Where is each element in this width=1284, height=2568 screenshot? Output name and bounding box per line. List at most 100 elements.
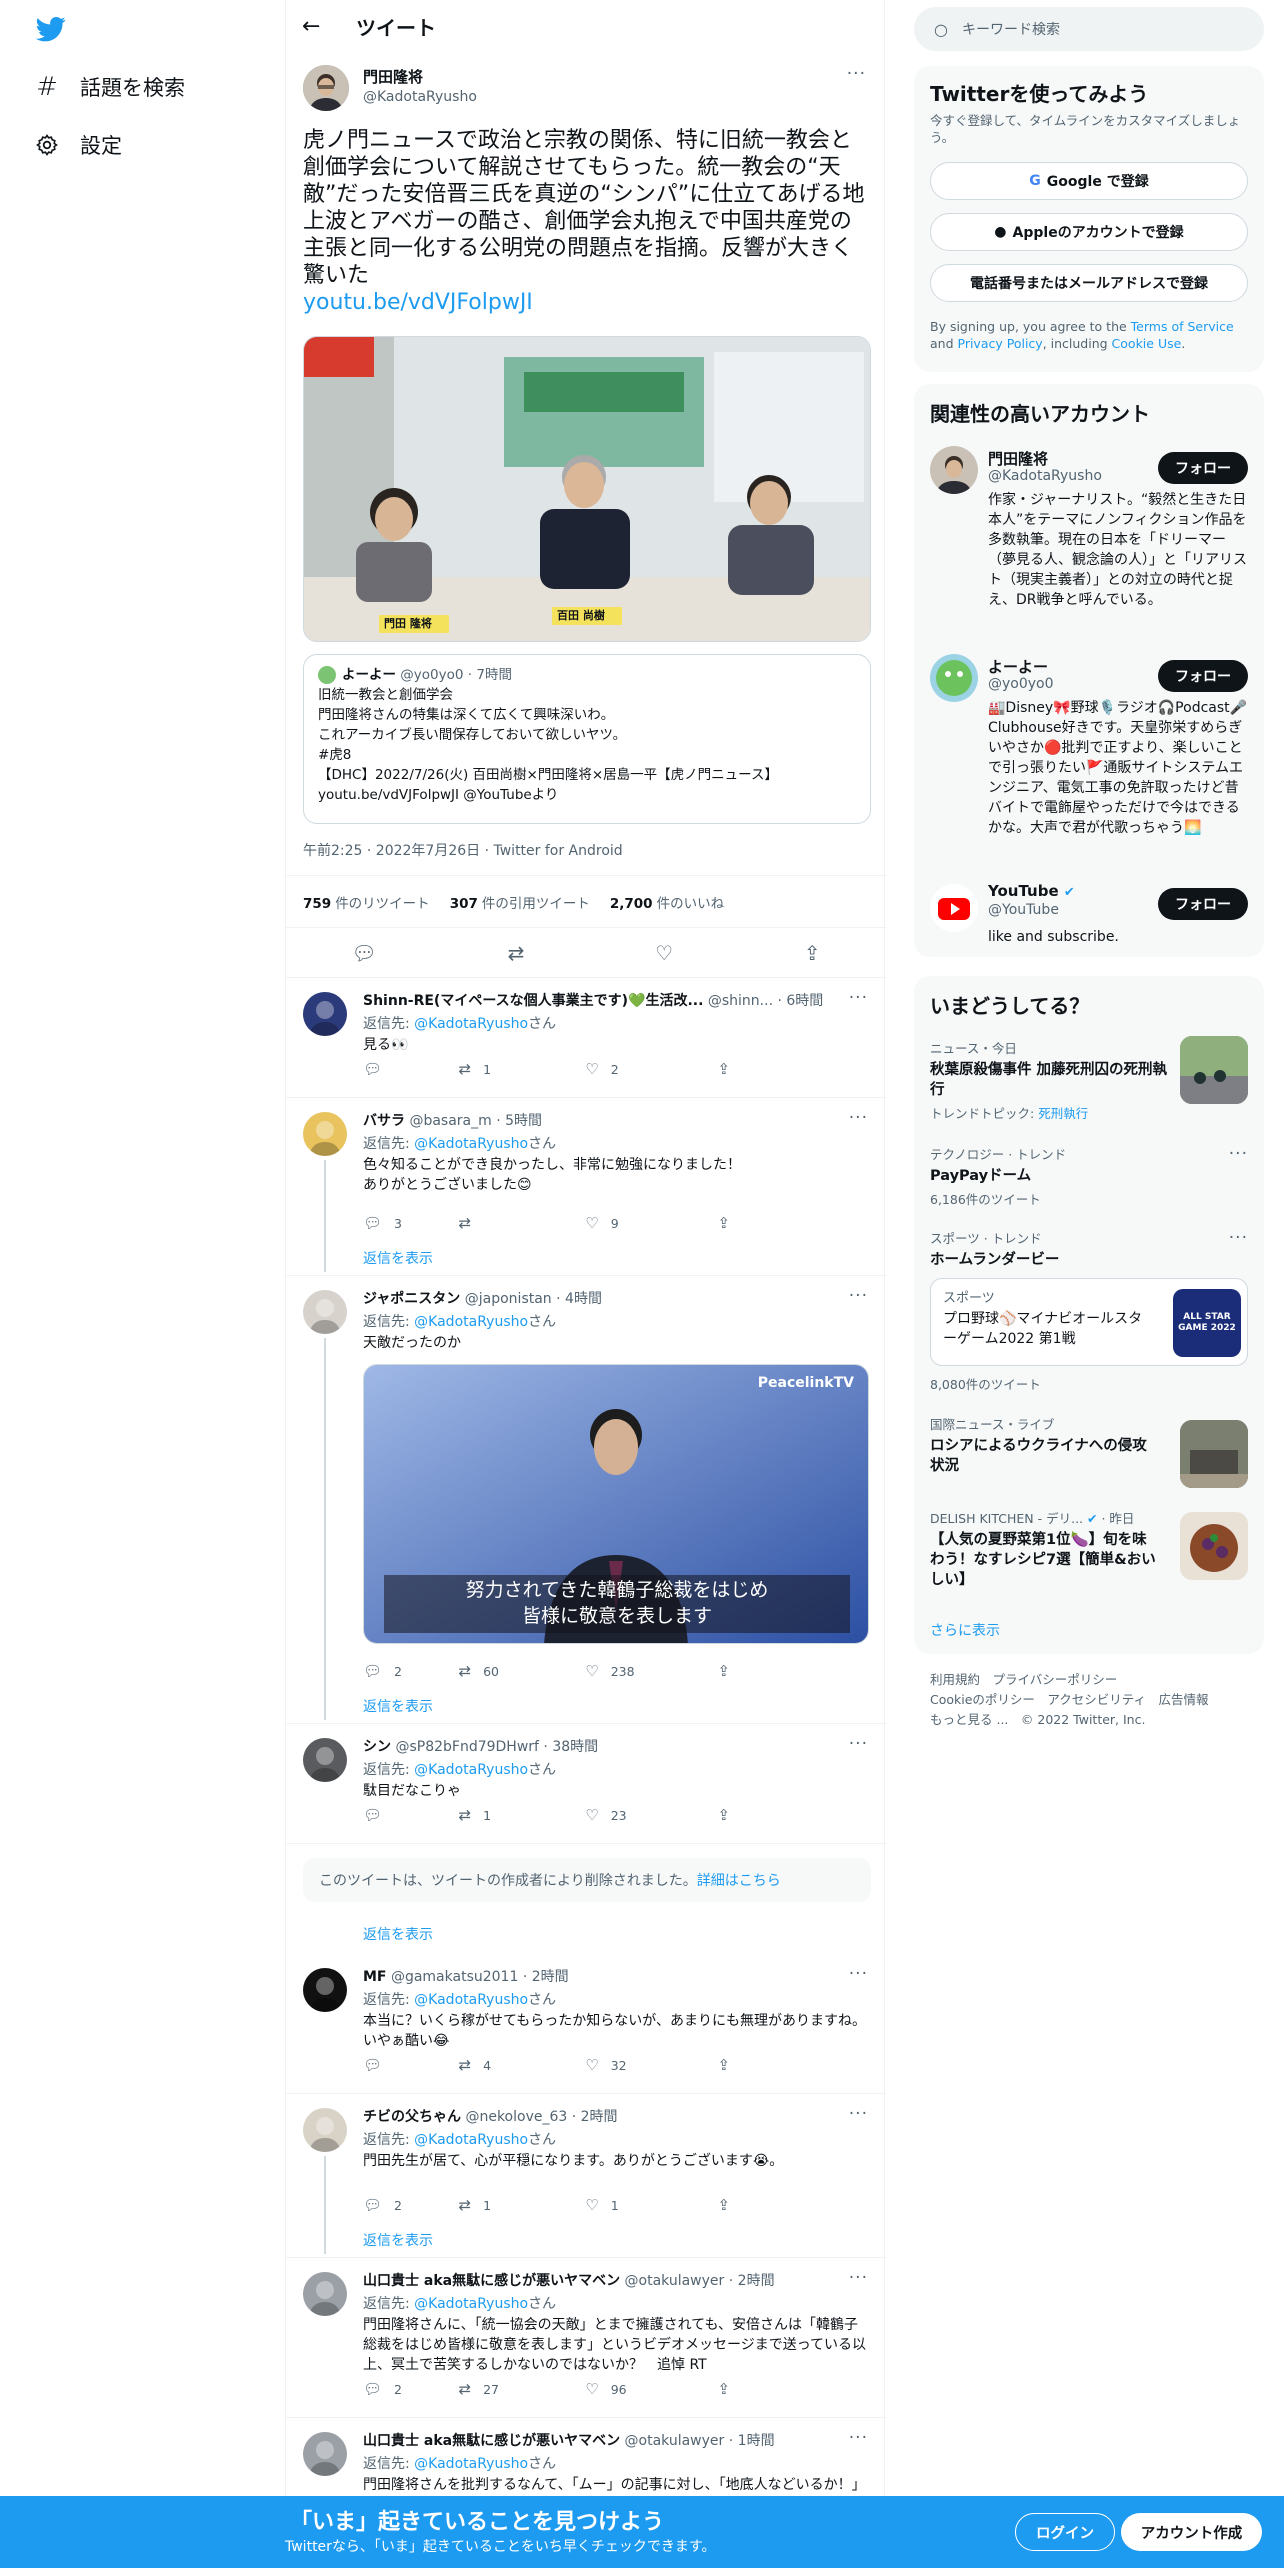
footer-links-3[interactable]: もっと見る ... © 2022 Twitter, Inc. — [930, 1710, 1270, 1730]
reply-author-handle[interactable]: @otakulawyer — [625, 2433, 725, 2449]
retweet-button[interactable]: ⇄ 27 — [459, 2380, 586, 2398]
show-more-trends-link[interactable]: さらに表示 — [930, 1620, 1000, 1640]
account-handle[interactable]: @YouTube — [988, 902, 1059, 918]
like-button[interactable]: ♡ 238 — [585, 1662, 717, 1680]
avatar[interactable] — [303, 992, 347, 1036]
more-icon[interactable]: ··· — [849, 1734, 868, 1754]
share-button[interactable]: ⇪ — [718, 1662, 814, 1680]
reply-time[interactable]: 2時間 — [532, 1969, 569, 1985]
reply-author-name[interactable]: Shinn-RE(マイペースな個人事業主です)💚生活改... — [363, 993, 703, 1009]
reply-author-handle[interactable]: @japonistan — [465, 1291, 552, 1307]
reply-tweet[interactable]: MF @gamakatsu2011 · 2時間 返信先: @KadotaRyush… — [286, 1954, 886, 2094]
retweet-button[interactable]: ⇄ 1 — [459, 2196, 586, 2214]
retweet-icon[interactable]: ⇄ — [508, 941, 525, 965]
replying-to-link[interactable]: @KadotaRyusho — [414, 1136, 528, 1152]
more-icon[interactable]: ··· — [849, 1108, 868, 1128]
reply-time[interactable]: 2時間 — [738, 2273, 775, 2289]
show-replies-link[interactable]: 返信を表示 — [363, 2230, 433, 2250]
login-button[interactable]: ログイン — [1015, 2513, 1115, 2551]
reply-button[interactable]: 💬︎ 2 — [363, 2196, 459, 2214]
tweet-author-name[interactable]: 門田隆将 — [363, 66, 423, 87]
reply-author-name[interactable]: チビの父ちゃん — [363, 2109, 461, 2125]
reply-author-handle[interactable]: @sP82bFnd79DHwrf — [395, 1739, 539, 1755]
reply-author-name[interactable]: ジャポニスタン — [363, 1291, 460, 1307]
more-icon[interactable]: ··· — [849, 1964, 868, 1984]
reply-time[interactable]: 38時間 — [552, 1739, 598, 1755]
replying-to-link[interactable]: @KadotaRyusho — [414, 1016, 528, 1032]
follow-button[interactable]: フォロー — [1158, 888, 1248, 920]
tweet-author-handle[interactable]: @KadotaRyusho — [363, 89, 477, 105]
reply-tweet[interactable]: バサラ @basara_m · 5時間 返信先: @KadotaRyushoさん色… — [286, 1098, 886, 1276]
reply-time[interactable]: 1時間 — [738, 2433, 775, 2449]
more-icon[interactable]: ··· — [849, 2104, 868, 2124]
reply-author-name[interactable]: 山口貴士 aka無駄に感じが悪いヤマベン — [363, 2273, 620, 2289]
reply-author-name[interactable]: シン — [363, 1739, 391, 1755]
reply-author-handle[interactable]: @gamakatsu2011 — [391, 1969, 518, 1985]
reply-tweet[interactable]: 山口貴士 aka無駄に感じが悪いヤマベン @otakulawyer · 2時間返… — [286, 2258, 886, 2418]
show-replies-link[interactable]: 返信を表示 — [363, 1248, 433, 1268]
reply-time[interactable]: 4時間 — [565, 1291, 602, 1307]
retweet-button[interactable]: ⇄ — [459, 1214, 586, 1232]
reply-author-handle[interactable]: @otakulawyer — [625, 2273, 725, 2289]
retweet-button[interactable]: ⇄ 4 — [459, 2056, 586, 2074]
share-button[interactable]: ⇪ — [718, 2056, 814, 2074]
avatar[interactable] — [303, 65, 349, 111]
like-button[interactable]: ♡ 23 — [585, 1806, 717, 1824]
account-name[interactable]: よーよー — [988, 656, 1048, 677]
retweet-button[interactable]: ⇄ 1 — [459, 1060, 586, 1078]
quoted-tweet[interactable]: よーよー @yo0yo0 · 7時間 旧統一教会と創価学会 門田隆将さんの特集は… — [303, 654, 871, 824]
reply-author-handle[interactable]: @basara_m — [409, 1113, 491, 1129]
avatar[interactable] — [303, 1738, 347, 1782]
trend-item[interactable]: スポーツ · トレンド ホームランダービー — [930, 1228, 1248, 1270]
reply-author-handle[interactable]: @shinn... — [708, 993, 773, 1009]
avatar[interactable] — [303, 2272, 347, 2316]
retweet-button[interactable]: ⇄ 1 — [459, 1806, 586, 1824]
privacy-link[interactable]: Privacy Policy — [958, 336, 1043, 351]
reply-button[interactable]: 💬︎ 2 — [363, 1662, 459, 1680]
apple-signup-button[interactable]: ● Appleのアカウントで登録 — [930, 213, 1248, 251]
share-button[interactable]: ⇪ — [718, 1214, 814, 1232]
avatar[interactable] — [303, 2432, 347, 2476]
more-icon[interactable]: ··· — [849, 988, 868, 1008]
avatar[interactable] — [303, 1112, 347, 1156]
account-name[interactable]: YouTube ✔ — [988, 882, 1075, 900]
like-button[interactable]: ♡ 1 — [585, 2196, 717, 2214]
trend-embedded-event[interactable]: スポーツ プロ野球⚾マイナビオールスターゲーム2022 第1戦 ALL STAR… — [930, 1278, 1248, 1366]
replying-to-link[interactable]: @KadotaRyusho — [414, 1992, 528, 2008]
share-button[interactable]: ⇪ — [718, 2380, 814, 2398]
youtube-logo-icon[interactable] — [930, 884, 978, 932]
reply-author-name[interactable]: バサラ — [363, 1113, 405, 1129]
reply-tweet[interactable]: Shinn-RE(マイペースな個人事業主です)💚生活改... @shinn...… — [286, 978, 886, 1098]
share-button[interactable]: ⇪ — [718, 1806, 814, 1824]
terms-link[interactable]: Terms of Service — [1131, 319, 1234, 334]
reply-icon[interactable]: 💬︎ — [351, 941, 376, 965]
like-button[interactable]: ♡ 96 — [585, 2380, 717, 2398]
replying-to-link[interactable]: @KadotaRyusho — [414, 2132, 528, 2148]
reply-author-name[interactable]: MF — [363, 1969, 387, 1985]
show-replies-link[interactable]: 返信を表示 — [363, 1924, 433, 1944]
avatar[interactable] — [303, 1290, 347, 1334]
reply-tweet[interactable]: シン @sP82bFnd79DHwrf · 38時間 返信先: @KadotaRy… — [286, 1724, 886, 1844]
nav-explore[interactable]: # 話題を検索 — [34, 72, 185, 102]
avatar[interactable] — [303, 2108, 347, 2152]
replying-to-link[interactable]: @KadotaRyusho — [414, 2296, 528, 2312]
signup-button[interactable]: アカウント作成 — [1121, 2513, 1262, 2551]
like-button[interactable]: ♡ 9 — [585, 1214, 717, 1232]
back-arrow-icon[interactable]: ← — [302, 14, 326, 39]
retweet-button[interactable]: ⇄ 60 — [459, 1662, 586, 1680]
reply-time[interactable]: 2時間 — [581, 2109, 618, 2125]
footer-links-2[interactable]: Cookieのポリシー アクセシビリティ 広告情報 — [930, 1690, 1270, 1710]
like-button[interactable]: ♡ 2 — [585, 1060, 717, 1078]
trend-item[interactable]: テクノロジー · トレンド PayPayドーム 6,186件のツイート — [930, 1144, 1248, 1208]
reply-button[interactable]: 💬︎ 2 — [363, 2380, 459, 2398]
avatar[interactable] — [930, 654, 978, 702]
quote-count[interactable]: 307 件の引用ツイート — [450, 892, 590, 912]
avatar[interactable] — [303, 1968, 347, 2012]
reply-button[interactable]: 💬︎ — [363, 2056, 459, 2074]
more-icon[interactable]: ··· — [849, 1286, 868, 1306]
nav-settings[interactable]: 設定 — [34, 130, 122, 160]
twitter-logo-icon[interactable] — [34, 14, 68, 44]
tweet-link[interactable]: youtu.be/vdVJFolpwJI — [303, 290, 533, 315]
deleted-tweet-notice[interactable]: このツイートは、ツイートの作成者により削除されました。 詳細はこちら 返信を表示 — [286, 1844, 886, 1954]
tweet-image[interactable]: 門田 隆将 百田 尚樹 — [303, 336, 871, 642]
